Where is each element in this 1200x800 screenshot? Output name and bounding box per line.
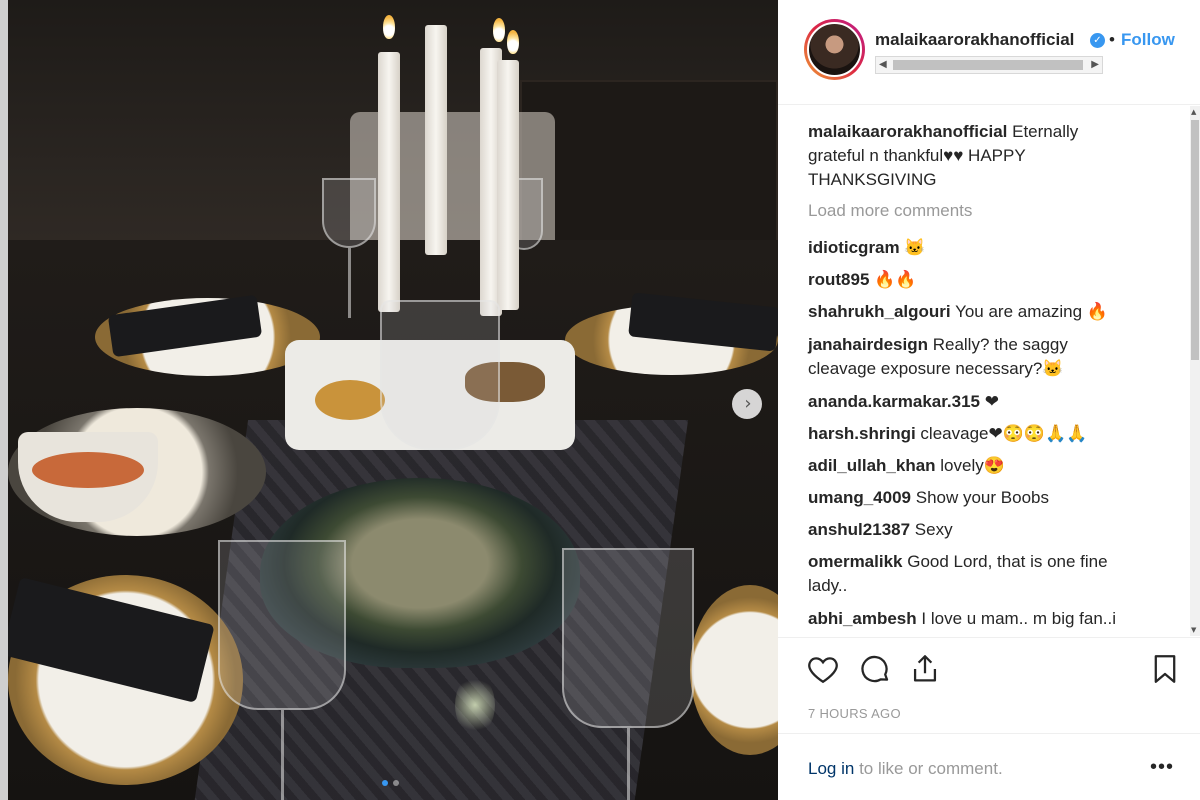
photo-cabinet: [520, 80, 778, 260]
carousel-next-button[interactable]: ›: [732, 389, 762, 419]
photo-candle: [497, 60, 519, 310]
login-link[interactable]: Log in: [808, 759, 854, 778]
comment-username[interactable]: rout895: [808, 270, 869, 289]
username-link[interactable]: malaikaarorakhanofficial: [875, 30, 1074, 50]
vertical-scrollbar[interactable]: ▲ ▼: [1190, 106, 1200, 636]
speech-bubble-icon[interactable]: [858, 652, 892, 686]
photo-wine-glass: [218, 540, 346, 710]
follow-button[interactable]: Follow: [1121, 30, 1175, 50]
scrollbar-thumb[interactable]: [1191, 120, 1199, 360]
comment-username[interactable]: anshul21387: [808, 520, 910, 539]
comment-text: You are amazing 🔥: [955, 302, 1108, 321]
comment-text: I love u mam.. m big fan..i: [921, 609, 1117, 628]
photo-candle: [425, 25, 447, 255]
post-footer: Log in to like or comment. •••: [778, 733, 1200, 800]
post-timestamp: 7 HOURS AGO: [808, 706, 901, 721]
carousel-indicator: [382, 780, 399, 786]
comment-username[interactable]: umang_4009: [808, 488, 911, 507]
comment-username[interactable]: harsh.shringi: [808, 424, 916, 443]
heart-icon[interactable]: [806, 652, 840, 686]
comment-text: 🐱: [904, 238, 926, 257]
photo-glass-stem: [627, 728, 630, 800]
scroll-up-icon[interactable]: ▲: [1191, 108, 1196, 116]
comment-username[interactable]: omermalikk: [808, 552, 903, 571]
comment-username[interactable]: adil_ullah_khan: [808, 456, 936, 475]
chevron-right-icon: ›: [744, 393, 752, 414]
verified-badge-icon: ✓: [1090, 33, 1105, 48]
comment-username[interactable]: idioticgram: [808, 238, 900, 257]
photo-candle-flame: [383, 15, 395, 39]
list-item: rout895 🔥🔥: [808, 268, 1138, 292]
load-more-comments-button[interactable]: Load more comments: [808, 201, 972, 221]
avatar[interactable]: [804, 19, 865, 80]
photo-edge: [0, 0, 8, 800]
share-icon[interactable]: [908, 652, 942, 686]
photo-glass-stem: [281, 710, 284, 800]
photo-candle: [378, 52, 400, 312]
carousel-dot: [393, 780, 399, 786]
scroll-down-icon[interactable]: ▼: [1191, 626, 1196, 634]
comments-list[interactable]: malaikaarorakhanofficial Eternally grate…: [778, 106, 1192, 636]
comment-username[interactable]: janahairdesign: [808, 335, 928, 354]
comment-text: lovely😍: [940, 456, 1005, 475]
comment-text: Show your Boobs: [915, 488, 1049, 507]
list-item: ananda.karmakar.315 ❤: [808, 390, 1138, 414]
list-item: janahairdesign Really? the saggy cleavag…: [808, 333, 1138, 381]
list-item: adil_ullah_khan lovely😍: [808, 454, 1138, 478]
list-item: umang_4009 Show your Boobs: [808, 486, 1138, 510]
photo-candelabra: [380, 300, 500, 450]
comment-text: Sexy: [914, 520, 953, 539]
post-photo[interactable]: ›: [0, 0, 778, 800]
list-item: idioticgram 🐱: [808, 236, 1138, 260]
login-prompt-text: to like or comment.: [859, 759, 1003, 778]
horizontal-scrollbar[interactable]: ◀ ▶: [875, 56, 1103, 74]
photo-candle-flame: [493, 18, 505, 42]
list-item: harsh.shringi cleavage❤😳😳🙏🙏: [808, 422, 1138, 446]
photo-wine-glass: [322, 178, 376, 248]
post-actions: 7 HOURS AGO: [778, 637, 1200, 732]
photo-light-glow: [455, 675, 495, 735]
photo-glass-stem: [348, 248, 351, 318]
scrollbar-thumb[interactable]: [893, 60, 1083, 70]
list-item: anshul21387 Sexy: [808, 518, 1138, 542]
scroll-right-icon[interactable]: ▶: [1091, 59, 1099, 70]
caption: malaikaarorakhanofficial Eternally grate…: [808, 120, 1138, 192]
comment-text: ❤: [984, 392, 999, 411]
header-separator: •: [1109, 30, 1115, 49]
comment-text: 🔥🔥: [874, 270, 917, 289]
photo-wine-glass: [562, 548, 694, 728]
list-item: shahrukh_algouri You are amazing 🔥: [808, 300, 1138, 324]
post-header: malaikaarorakhanofficial ✓ • Follow ◀ ▶: [778, 0, 1200, 105]
photo-candle-flame: [507, 30, 519, 54]
list-item: omermalikk Good Lord, that is one fine l…: [808, 550, 1138, 598]
post-sidebar: malaikaarorakhanofficial ✓ • Follow ◀ ▶ …: [778, 0, 1200, 800]
comment-username[interactable]: abhi_ambesh: [808, 609, 917, 628]
list-item: abhi_ambesh I love u mam.. m big fan..i: [808, 607, 1138, 631]
caption-username[interactable]: malaikaarorakhanofficial: [808, 122, 1007, 141]
scroll-left-icon[interactable]: ◀: [879, 59, 887, 70]
carousel-dot-active: [382, 780, 388, 786]
more-options-icon[interactable]: •••: [1150, 756, 1174, 779]
bookmark-icon[interactable]: [1148, 652, 1182, 686]
comment-username[interactable]: shahrukh_algouri: [808, 302, 951, 321]
comment-username[interactable]: ananda.karmakar.315: [808, 392, 980, 411]
login-prompt: Log in to like or comment.: [808, 759, 1003, 779]
comment-text: cleavage❤😳😳🙏🙏: [920, 424, 1088, 443]
